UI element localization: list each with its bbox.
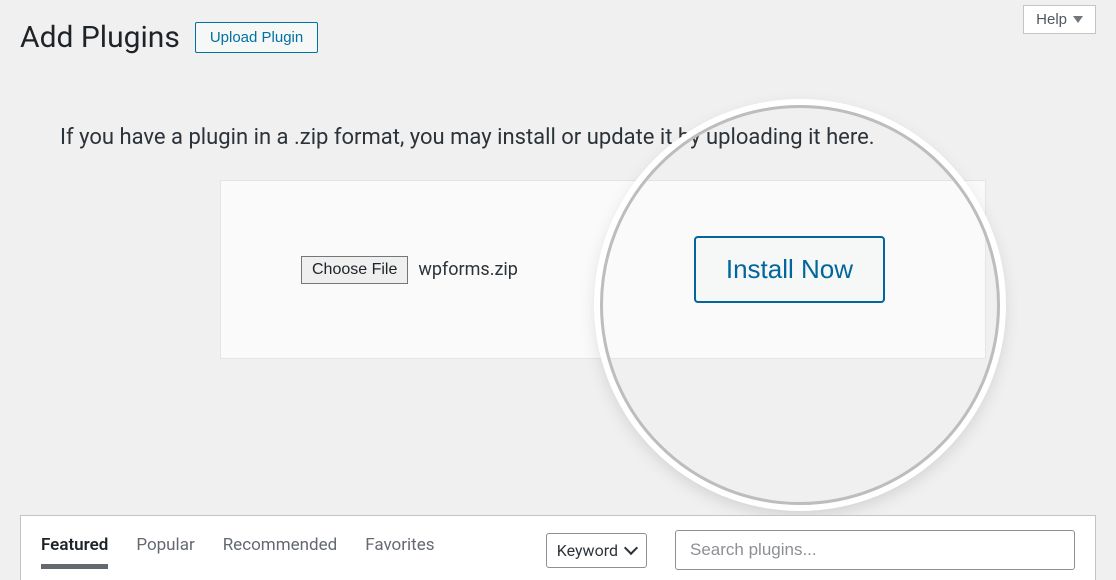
tab-favorites[interactable]: Favorites <box>365 535 434 565</box>
selected-file-name: wpforms.zip <box>418 259 518 280</box>
header-row: Add Plugins Upload Plugin Help <box>0 0 1116 55</box>
upload-box: Choose File wpforms.zip Install Now <box>220 180 986 359</box>
upload-plugin-button[interactable]: Upload Plugin <box>195 22 318 53</box>
file-input-group: Choose File wpforms.zip <box>301 256 518 284</box>
triangle-down-icon <box>1073 16 1083 23</box>
keyword-select[interactable]: Keyword <box>546 533 647 568</box>
choose-file-button[interactable]: Choose File <box>301 256 408 284</box>
tab-featured[interactable]: Featured <box>41 535 108 565</box>
filter-tabs-row: Featured Popular Recommended Favorites K… <box>20 515 1096 580</box>
keyword-select-label: Keyword <box>557 541 618 560</box>
install-now-button[interactable]: Install Now <box>694 236 885 303</box>
help-button[interactable]: Help <box>1023 5 1096 34</box>
upload-instruction-text: If you have a plugin in a .zip format, y… <box>0 55 1116 180</box>
search-input[interactable] <box>675 530 1075 570</box>
tab-recommended[interactable]: Recommended <box>223 535 338 565</box>
chevron-down-icon <box>624 541 638 555</box>
page-title: Add Plugins <box>20 20 180 55</box>
help-label: Help <box>1036 11 1067 28</box>
tab-popular[interactable]: Popular <box>136 535 194 565</box>
